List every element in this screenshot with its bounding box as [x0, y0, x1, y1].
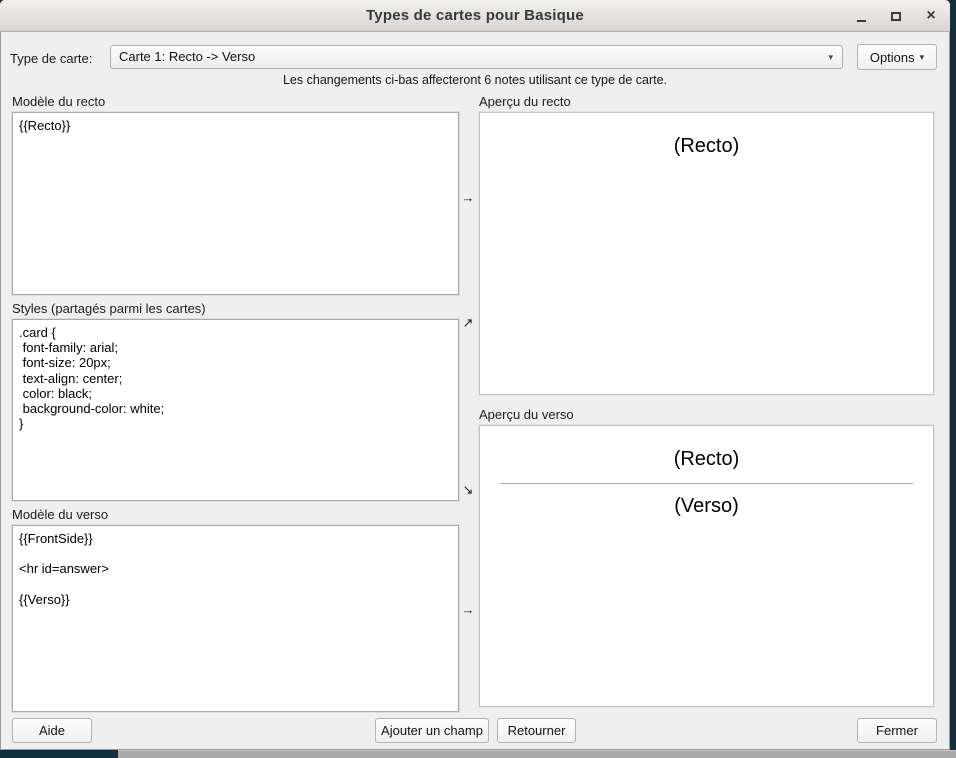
front-preview-text: (Recto): [480, 135, 933, 158]
options-button-label: Options: [870, 50, 915, 65]
card-type-select[interactable]: Carte 1: Recto -> Verso ▾: [110, 45, 843, 69]
front-preview-panel: (Recto): [479, 112, 934, 395]
back-preview-panel: (Recto) (Verso): [479, 425, 934, 707]
card-type-value: Carte 1: Recto -> Verso: [119, 49, 255, 64]
minimize-icon: [857, 20, 866, 22]
options-caret-icon: ▾: [920, 52, 925, 63]
flip-card-button[interactable]: Retourner: [497, 718, 576, 743]
minimize-button[interactable]: [850, 5, 872, 27]
front-preview-label: Aperçu du recto: [479, 94, 571, 109]
background-window-edge: [118, 750, 956, 758]
options-button[interactable]: Options ▾: [857, 44, 937, 70]
maximize-icon: [891, 12, 901, 21]
card-type-label: Type de carte:: [10, 51, 92, 66]
arrow-right-icon: →: [459, 190, 477, 205]
styling-label: Styles (partagés parmi les cartes): [12, 301, 206, 316]
front-template-editor[interactable]: {{Recto}}: [12, 112, 459, 295]
arrow-down-right-icon: ↘: [459, 482, 477, 498]
close-icon: ×: [926, 8, 935, 24]
card-types-dialog: Types de cartes pour Basique × Type de c…: [0, 0, 950, 750]
arrow-up-right-icon: ↗: [459, 315, 477, 331]
titlebar[interactable]: Types de cartes pour Basique ×: [0, 0, 950, 32]
chevron-down-icon: ▾: [828, 46, 833, 68]
maximize-button[interactable]: [885, 5, 907, 27]
back-preview-label: Aperçu du verso: [479, 407, 574, 422]
back-template-editor[interactable]: {{FrontSide}} <hr id=answer> {{Verso}}: [12, 525, 459, 712]
close-dialog-button[interactable]: Fermer: [857, 718, 937, 743]
arrow-right-icon: →: [459, 602, 477, 617]
help-button[interactable]: Aide: [12, 718, 92, 743]
window-title: Types de cartes pour Basique: [0, 7, 950, 24]
back-preview-back-text: (Verso): [480, 495, 933, 518]
close-button[interactable]: ×: [920, 5, 942, 27]
window-controls: ×: [850, 0, 942, 32]
affected-notes-notice: Les changements ci-bas affecteront 6 not…: [0, 73, 950, 87]
add-field-button[interactable]: Ajouter un champ: [375, 718, 489, 743]
styling-editor[interactable]: .card { font-family: arial; font-size: 2…: [12, 319, 459, 501]
front-template-label: Modèle du recto: [12, 94, 105, 109]
back-preview-front-text: (Recto): [480, 448, 933, 471]
answer-divider: [500, 483, 913, 484]
back-template-label: Modèle du verso: [12, 507, 108, 522]
